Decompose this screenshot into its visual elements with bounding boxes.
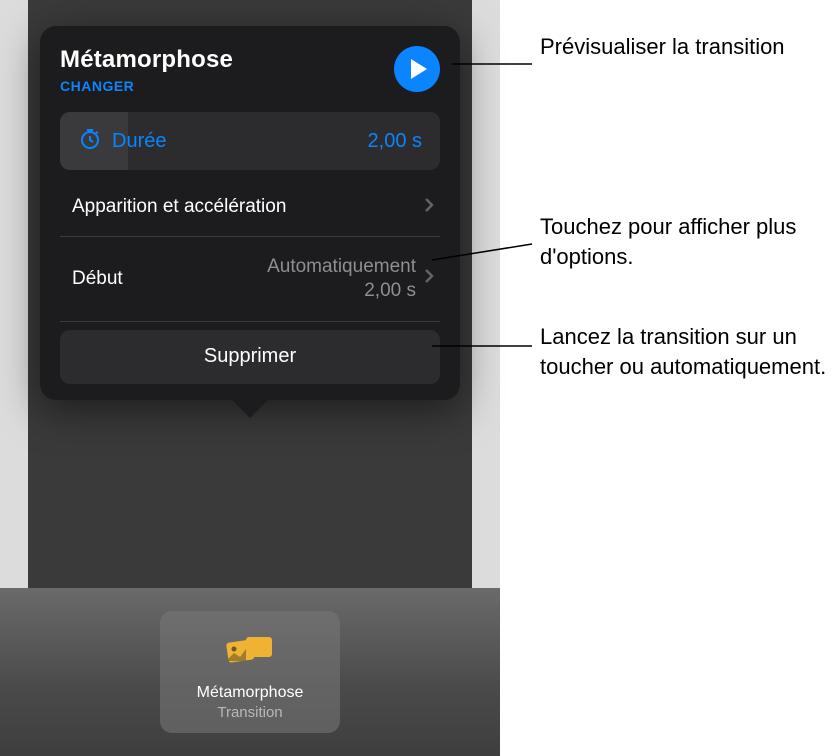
preview-play-button[interactable] [394, 46, 440, 92]
delete-transition-button[interactable]: Supprimer [60, 330, 440, 384]
duration-label: Durée [112, 130, 166, 153]
transition-popover: Métamorphose CHANGER [40, 26, 460, 400]
stage-edge-left [0, 0, 28, 588]
callouts-panel: Prévisualiser la transition Touchez pour… [500, 0, 833, 756]
transition-name-title: Métamorphose [60, 46, 233, 74]
chevron-right-icon [424, 268, 434, 289]
start-value: Automatiquement 2,00 s [267, 255, 416, 303]
header-text-group: Métamorphose CHANGER [60, 46, 233, 94]
duration-content: Durée 2,00 s [60, 127, 440, 156]
duration-value: 2,00 s [368, 130, 422, 153]
callout-preview: Prévisualiser la transition [540, 32, 833, 62]
appearance-label: Apparition et accélération [72, 196, 286, 218]
start-row[interactable]: Début Automatiquement 2,00 s [60, 237, 440, 322]
timeline-strip: Métamorphose Transition [0, 588, 500, 756]
play-icon [411, 59, 427, 79]
callout-more-options: Touchez pour afficher plus d'options. [540, 212, 833, 271]
change-transition-link[interactable]: CHANGER [60, 78, 233, 94]
callout-start-mode: Lancez la transition sur un toucher ou a… [540, 322, 833, 381]
start-value-line1: Automatiquement [267, 256, 416, 277]
transition-chip[interactable]: Métamorphose Transition [160, 611, 340, 733]
appearance-acceleration-row[interactable]: Apparition et accélération [60, 178, 440, 237]
duration-slider-row[interactable]: Durée 2,00 s [60, 112, 440, 170]
delete-label: Supprimer [204, 345, 296, 368]
popover-header: Métamorphose CHANGER [60, 46, 440, 94]
slides-icon [222, 631, 278, 676]
chip-subtitle: Transition [217, 704, 282, 721]
start-label: Début [72, 268, 123, 290]
duration-left: Durée [78, 127, 166, 156]
chevron-right-icon [424, 197, 434, 218]
timer-icon [78, 127, 102, 156]
editor-stage: Métamorphose CHANGER [0, 0, 500, 756]
start-value-line2: 2,00 s [364, 280, 416, 301]
stage-edge-right [472, 0, 500, 588]
chip-title: Métamorphose [197, 684, 304, 702]
